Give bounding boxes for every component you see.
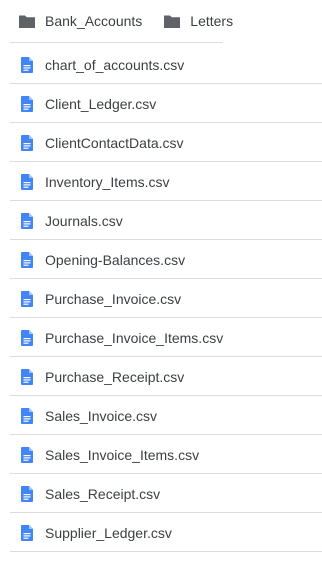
folder-row: Bank_Accounts Letters (10, 0, 233, 43)
folder-label: Letters (190, 13, 234, 29)
file-row[interactable]: Inventory_Items.csv (10, 163, 322, 201)
file-row[interactable]: chart_of_accounts.csv (10, 46, 322, 84)
folder-label: Bank_Accounts (45, 13, 143, 29)
document-icon (19, 94, 35, 114)
document-icon (19, 250, 35, 270)
file-label: Inventory_Items.csv (45, 173, 170, 190)
document-icon (19, 211, 35, 231)
file-row[interactable]: Purchase_Invoice_Items.csv (10, 319, 322, 357)
file-list: chart_of_accounts.csv Client_Ledger.csv Cl… (10, 46, 322, 552)
file-label: ClientContactData.csv (45, 134, 184, 151)
folder-letters[interactable]: Letters (155, 0, 233, 42)
folder-bank-accounts[interactable]: Bank_Accounts (10, 0, 142, 42)
file-label: Supplier_Ledger.csv (45, 524, 172, 541)
folder-icon (163, 12, 181, 30)
file-label: Purchase_Invoice_Items.csv (45, 329, 224, 346)
file-label: Opening-Balances.csv (45, 251, 186, 268)
file-row[interactable]: Client_Ledger.csv (10, 85, 322, 123)
file-row[interactable]: Sales_Receipt.csv (10, 475, 322, 513)
file-label: Client_Ledger.csv (45, 95, 157, 112)
file-label: Purchase_Receipt.csv (45, 368, 185, 385)
document-icon (19, 523, 35, 543)
file-label: Sales_Invoice_Items.csv (45, 446, 200, 463)
file-label: chart_of_accounts.csv (45, 56, 185, 73)
file-label: Sales_Invoice.csv (45, 407, 158, 424)
file-row[interactable]: Purchase_Invoice.csv (10, 280, 322, 318)
document-icon (19, 445, 35, 465)
file-label: Journals.csv (45, 212, 123, 229)
file-label: Sales_Receipt.csv (45, 485, 161, 502)
file-row[interactable]: Sales_Invoice_Items.csv (10, 436, 322, 474)
file-row[interactable]: Purchase_Receipt.csv (10, 358, 322, 396)
document-icon (19, 133, 35, 153)
file-row[interactable]: ClientContactData.csv (10, 124, 322, 162)
folder-icon (18, 12, 36, 30)
document-icon (19, 289, 35, 309)
file-row[interactable]: Opening-Balances.csv (10, 241, 322, 279)
file-label: Purchase_Invoice.csv (45, 290, 182, 307)
document-icon (19, 55, 35, 75)
document-icon (19, 328, 35, 348)
document-icon (19, 406, 35, 426)
document-icon (19, 367, 35, 387)
document-icon (19, 172, 35, 192)
document-icon (19, 484, 35, 504)
file-row[interactable]: Supplier_Ledger.csv (10, 514, 322, 552)
file-row[interactable]: Sales_Invoice.csv (10, 397, 322, 435)
file-row[interactable]: Journals.csv (10, 202, 322, 240)
